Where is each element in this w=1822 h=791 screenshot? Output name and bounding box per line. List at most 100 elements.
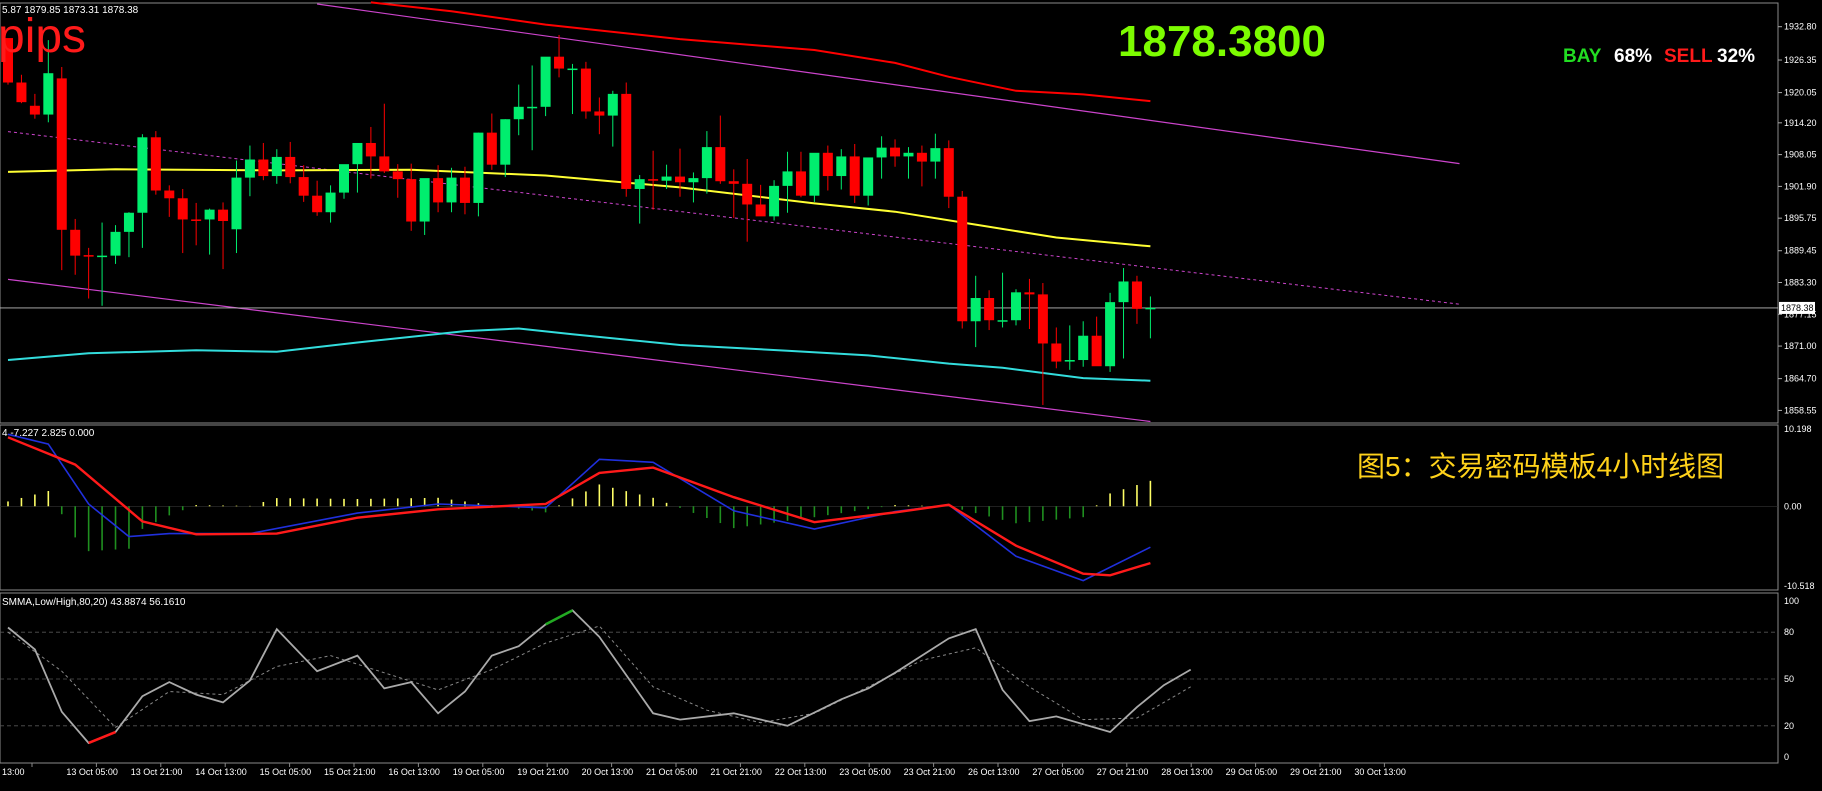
price-tick-label: 1920.05 <box>1784 88 1817 98</box>
bear-candle <box>1091 335 1102 367</box>
stochastic-header: SMMA,Low/High,80,20) 43.8874 56.1610 <box>2 597 186 608</box>
bull-candle <box>1105 302 1116 367</box>
stochastic-tick-label: 50 <box>1784 674 1794 684</box>
bull-candle <box>634 179 645 189</box>
bear-candle <box>177 198 188 220</box>
price-tick-label: 1908.05 <box>1784 150 1817 160</box>
bull-candle <box>903 152 914 157</box>
bull-candle <box>661 176 672 181</box>
bear-candle <box>312 195 323 213</box>
bull-candle <box>123 212 134 232</box>
time-tick-label: 20 Oct 13:00 <box>582 767 634 777</box>
bull-candle <box>782 171 793 186</box>
time-tick-label: 15 Oct 05:00 <box>260 767 312 777</box>
bear-candle <box>433 178 444 203</box>
bear-candle <box>218 209 229 222</box>
bull-candle <box>513 106 524 120</box>
bear-candle <box>29 105 40 115</box>
price-tick-label: 1926.35 <box>1784 55 1817 65</box>
time-tick-label: 23 Oct 05:00 <box>839 767 891 777</box>
bear-candle <box>365 142 376 157</box>
trading-chart[interactable]: 1932.80 1926.35 1920.05 1914.20 1908.05 1901.… <box>0 0 1822 786</box>
bear-candle <box>742 183 753 205</box>
bear-candle <box>554 56 565 69</box>
bull-candle <box>607 93 618 116</box>
bull-candle <box>688 178 699 183</box>
bull-candle <box>1118 281 1129 303</box>
time-tick-label: 27 Oct 05:00 <box>1032 767 1084 777</box>
bull-candle <box>110 231 121 256</box>
bear-candle <box>1131 281 1142 309</box>
time-tick-label: 29 Oct 05:00 <box>1226 767 1278 777</box>
stochastic-tick-label: 0 <box>1784 752 1789 762</box>
bear-candle <box>675 176 685 183</box>
bear-candle <box>459 177 470 203</box>
bear-candle <box>258 159 269 177</box>
stochastic-tick-label: 100 <box>1784 596 1799 606</box>
bear-candle <box>70 229 81 256</box>
bull-candle <box>271 156 282 177</box>
bull-candle <box>1078 335 1089 361</box>
bear-candle <box>916 152 927 162</box>
bear-candle <box>392 171 403 180</box>
chart-svg[interactable]: 1932.80 1926.35 1920.05 1914.20 1908.05 1901.… <box>0 0 1822 786</box>
bull-candle <box>930 148 941 162</box>
oscillator-tick-label: -10.518 <box>1784 581 1815 591</box>
bear-candle <box>285 156 296 178</box>
bear-candle <box>580 68 591 112</box>
bull-candle <box>473 132 484 203</box>
oscillator-header: 4 -7.227 2.825 0.000 <box>2 428 95 439</box>
time-tick-label: 21 Oct 05:00 <box>646 767 698 777</box>
bear-candle <box>984 298 995 321</box>
bull-candle <box>527 106 538 109</box>
bear-candle <box>406 179 417 222</box>
bull-candle <box>204 209 215 220</box>
bull-candle <box>863 157 874 196</box>
bull-candle <box>540 56 551 107</box>
stochastic-tick-label: 80 <box>1784 627 1794 637</box>
bear-candle <box>1037 294 1048 344</box>
bear-candle <box>83 255 94 257</box>
current-price-tag-label: 1878.38 <box>1781 303 1814 313</box>
time-tick-label: 26 Oct 13:00 <box>968 767 1020 777</box>
bull-candle <box>876 147 887 158</box>
pips-label: pips <box>0 10 86 63</box>
sell-percent: 32% <box>1717 46 1755 67</box>
price-tick-label: 1901.90 <box>1784 181 1817 191</box>
bull-candle <box>970 298 981 322</box>
bull-candle <box>836 156 847 177</box>
bear-candle <box>621 93 632 189</box>
bear-candle <box>849 156 860 196</box>
time-tick-label: 27 Oct 21:00 <box>1097 767 1149 777</box>
bull-candle <box>1064 360 1075 362</box>
bull-candle <box>500 119 511 165</box>
bay-label: BAY <box>1563 46 1602 67</box>
price-tick-label: 1871.00 <box>1784 341 1817 351</box>
time-tick-label: 19 Oct 05:00 <box>453 767 505 777</box>
bull-candle <box>231 177 242 230</box>
time-tick-label: 15 Oct 21:00 <box>324 767 376 777</box>
bull-candle <box>809 152 820 196</box>
bull-candle <box>419 178 430 222</box>
time-tick-label: 21 Oct 21:00 <box>710 767 762 777</box>
bear-candle <box>150 137 161 191</box>
bull-candle <box>997 320 1008 322</box>
price-tick-label: 1895.75 <box>1784 213 1817 223</box>
stochastic-tick-label: 20 <box>1784 721 1794 731</box>
bay-percent: 68% <box>1614 46 1652 67</box>
bull-candle <box>1145 307 1156 310</box>
bear-candle <box>795 171 806 196</box>
price-tick-label: 1858.55 <box>1784 405 1817 415</box>
bear-candle <box>890 147 901 157</box>
bear-candle <box>957 196 968 322</box>
time-tick-label: 22 Oct 13:00 <box>775 767 827 777</box>
bear-candle <box>56 78 67 230</box>
time-tick-label: 29 Oct 21:00 <box>1290 767 1342 777</box>
bear-candle <box>943 148 954 197</box>
bear-candle <box>191 219 202 221</box>
time-tick-label: 23 Oct 21:00 <box>904 767 956 777</box>
current-price-display: 1878.3800 <box>1118 17 1326 66</box>
bear-candle <box>1024 292 1035 295</box>
time-tick-label: 13 Oct 05:00 <box>66 767 118 777</box>
bear-candle <box>715 147 726 182</box>
